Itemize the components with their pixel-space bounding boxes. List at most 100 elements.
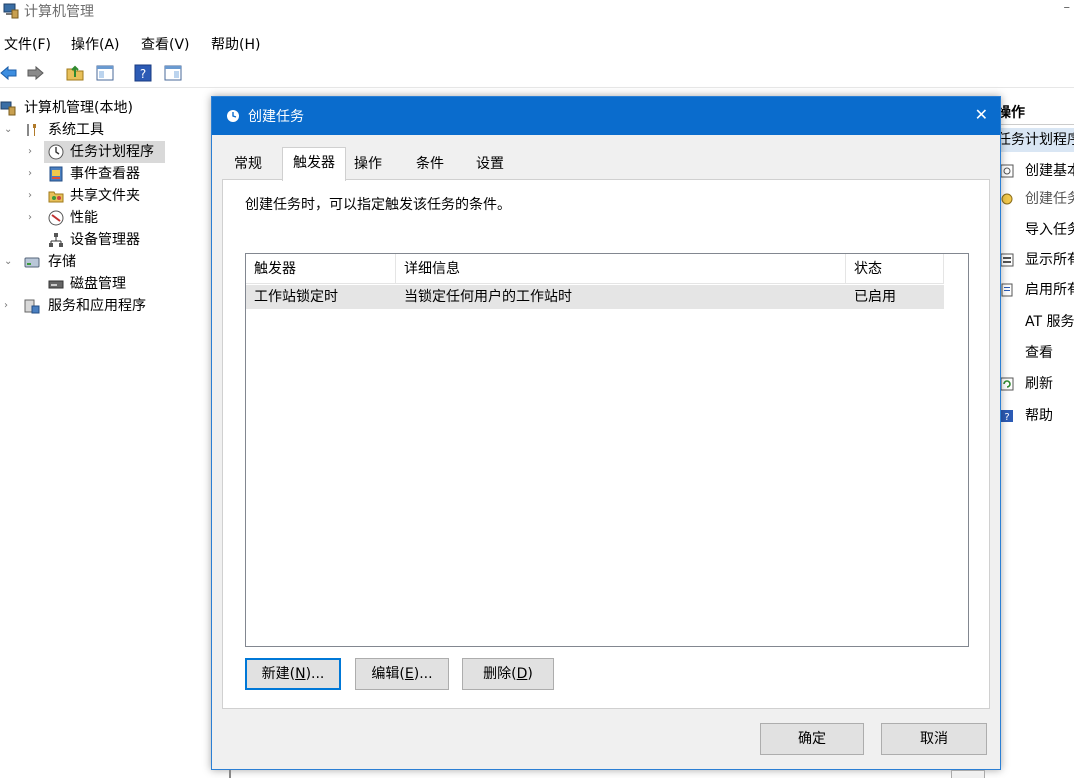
table-row[interactable]: 工作站锁定时 当锁定任何用户的工作站时 已启用 [246,285,944,309]
show-hide-action-pane-icon[interactable] [164,64,182,82]
back-arrow-icon[interactable] [0,64,18,82]
app-title-bar: 计算机管理 – [0,0,1074,24]
action-display-running-tasks[interactable]: 显示所有正在运行的任务 [995,248,1074,272]
tree-label: 设备管理器 [70,232,140,248]
action-enable-task-history[interactable]: 启用所有任务历史记录 [995,278,1074,302]
dialog-title-bar: 创建任务 ✕ [212,97,1000,135]
tab-conditions[interactable]: 条件 [408,149,452,179]
tree-item-event-viewer[interactable]: › 事件查看器 [0,163,210,185]
action-create-task[interactable]: 创建任务... [995,187,1074,211]
tree-item-storage[interactable]: ⌄ 存储 [0,251,210,273]
tab-general[interactable]: 常规 [226,149,270,179]
create-task-dialog: 创建任务 ✕ 常规 触发器 操作 条件 设置 创建任务时，可以指定触发该任务的条… [211,96,1001,770]
action-refresh[interactable]: 刷新 [995,372,1074,396]
accelerator-key: E [404,666,414,682]
tab-settings[interactable]: 设置 [468,149,512,179]
action-label: 查看 [1025,345,1053,361]
up-folder-icon[interactable] [66,64,84,82]
actions-section-task-scheduler[interactable]: 任务计划程序 [995,128,1074,152]
button-label: ) [527,666,533,682]
triggers-list[interactable]: 触发器 详细信息 状态 工作站锁定时 当锁定任何用户的工作站时 已启用 [245,253,969,647]
chevron-right-icon[interactable]: › [28,141,40,163]
tree-label: 性能 [70,210,98,226]
action-import-task[interactable]: 导入任务... [995,218,1074,242]
action-label: 启用所有任务历史记录 [1025,282,1074,298]
chevron-right-icon[interactable]: › [28,163,40,185]
menu-help[interactable]: 帮助(H) [211,34,260,54]
column-header-trigger[interactable]: 触发器 [246,254,396,284]
delete-trigger-button[interactable]: 删除(D) [462,658,554,690]
chevron-down-icon[interactable]: ⌄ [4,119,16,141]
cell-trigger: 工作站锁定时 [254,289,338,305]
help-icon[interactable]: ? [134,64,152,82]
tools-icon [27,124,36,136]
tab-triggers[interactable]: 触发器 [282,147,346,181]
new-trigger-button[interactable]: 新建(N)... [245,658,341,690]
tree-item-shared-folders[interactable]: › 共享文件夹 [0,185,210,207]
chevron-down-icon[interactable]: ⌄ [4,251,16,273]
tree-label: 服务和应用程序 [48,298,146,314]
tree-label: 系统工具 [48,122,104,138]
forward-arrow-icon[interactable] [26,64,44,82]
column-header-status[interactable]: 状态 [846,254,944,284]
running-tasks-icon [1000,253,1014,267]
button-label: )... [413,666,433,682]
edit-trigger-button[interactable]: 编辑(E)... [355,658,449,690]
action-label: 刷新 [1025,376,1053,392]
event-viewer-icon [49,166,63,182]
scroll-down-button[interactable] [951,770,985,778]
cancel-button[interactable]: 取消 [881,723,987,755]
performance-gauge-icon [48,210,64,226]
action-label: 显示所有正在运行的任务 [1025,252,1074,268]
button-label: 新建( [261,666,296,682]
tree-item-task-scheduler[interactable]: › 任务计划程序 [0,141,210,163]
chevron-right-icon[interactable]: › [4,295,16,317]
computer-management-icon [3,3,19,19]
action-help[interactable]: ? 帮助 [995,404,1074,428]
button-label: 编辑( [371,666,405,682]
tree-label: 任务计划程序 [70,144,154,160]
menu-file[interactable]: 文件(F) [4,34,51,54]
tree-item-device-manager[interactable]: 设备管理器 [0,229,210,251]
tree-item-services-apps[interactable]: › 服务和应用程序 [0,295,210,317]
action-label: 帮助 [1025,408,1053,424]
column-header-details[interactable]: 详细信息 [396,254,846,284]
history-icon [1001,283,1013,297]
clock-icon [1001,193,1013,205]
action-label: AT 服务帐户配置 [1025,314,1074,330]
button-label: 删除( [483,666,517,682]
disk-icon [48,280,64,289]
tab-actions[interactable]: 操作 [348,149,388,179]
action-at-service-account[interactable]: AT 服务帐户配置 [995,310,1074,334]
menu-bar: 文件(F) 操作(A) 查看(V) 帮助(H) [0,32,1074,56]
action-create-basic-task[interactable]: 创建基本任务... [995,159,1074,183]
tree-item-disk-management[interactable]: 磁盘管理 [0,273,210,295]
tree-label: 计算机管理(本地) [24,100,133,116]
app-title: 计算机管理 [24,4,94,20]
computer-management-icon [0,101,16,116]
menu-action[interactable]: 操作(A) [71,34,120,54]
accelerator-key: N [295,666,306,682]
chevron-right-icon[interactable]: › [28,185,40,207]
tree-label: 存储 [48,254,76,270]
background-window-edge [211,770,1001,778]
close-icon[interactable]: ✕ [975,105,988,124]
toolbar: ? [0,60,1074,88]
tree-label: 磁盘管理 [70,276,126,292]
triggers-list-header: 触发器 详细信息 状态 [246,254,944,284]
cell-status: 已启用 [854,289,896,305]
menu-view[interactable]: 查看(V) [141,34,190,54]
ok-button[interactable]: 确定 [760,723,864,755]
help-icon: ? [1001,410,1013,423]
minimize-button[interactable]: – [1064,0,1071,15]
actions-pane: 操作 任务计划程序 创建基本任务... 创建任务... 导入任务... 显示所有… [995,97,1074,778]
chevron-right-icon[interactable]: › [28,207,40,229]
tree-item-system-tools[interactable]: ⌄ 系统工具 [0,119,210,141]
storage-icon [24,257,40,268]
show-hide-console-tree-icon[interactable] [96,64,114,82]
tree-item-root[interactable]: 计算机管理(本地) [0,97,210,119]
divider [229,770,231,778]
shared-folder-icon [48,191,64,203]
action-view[interactable]: 查看 [995,341,1074,365]
tree-item-performance[interactable]: › 性能 [0,207,210,229]
